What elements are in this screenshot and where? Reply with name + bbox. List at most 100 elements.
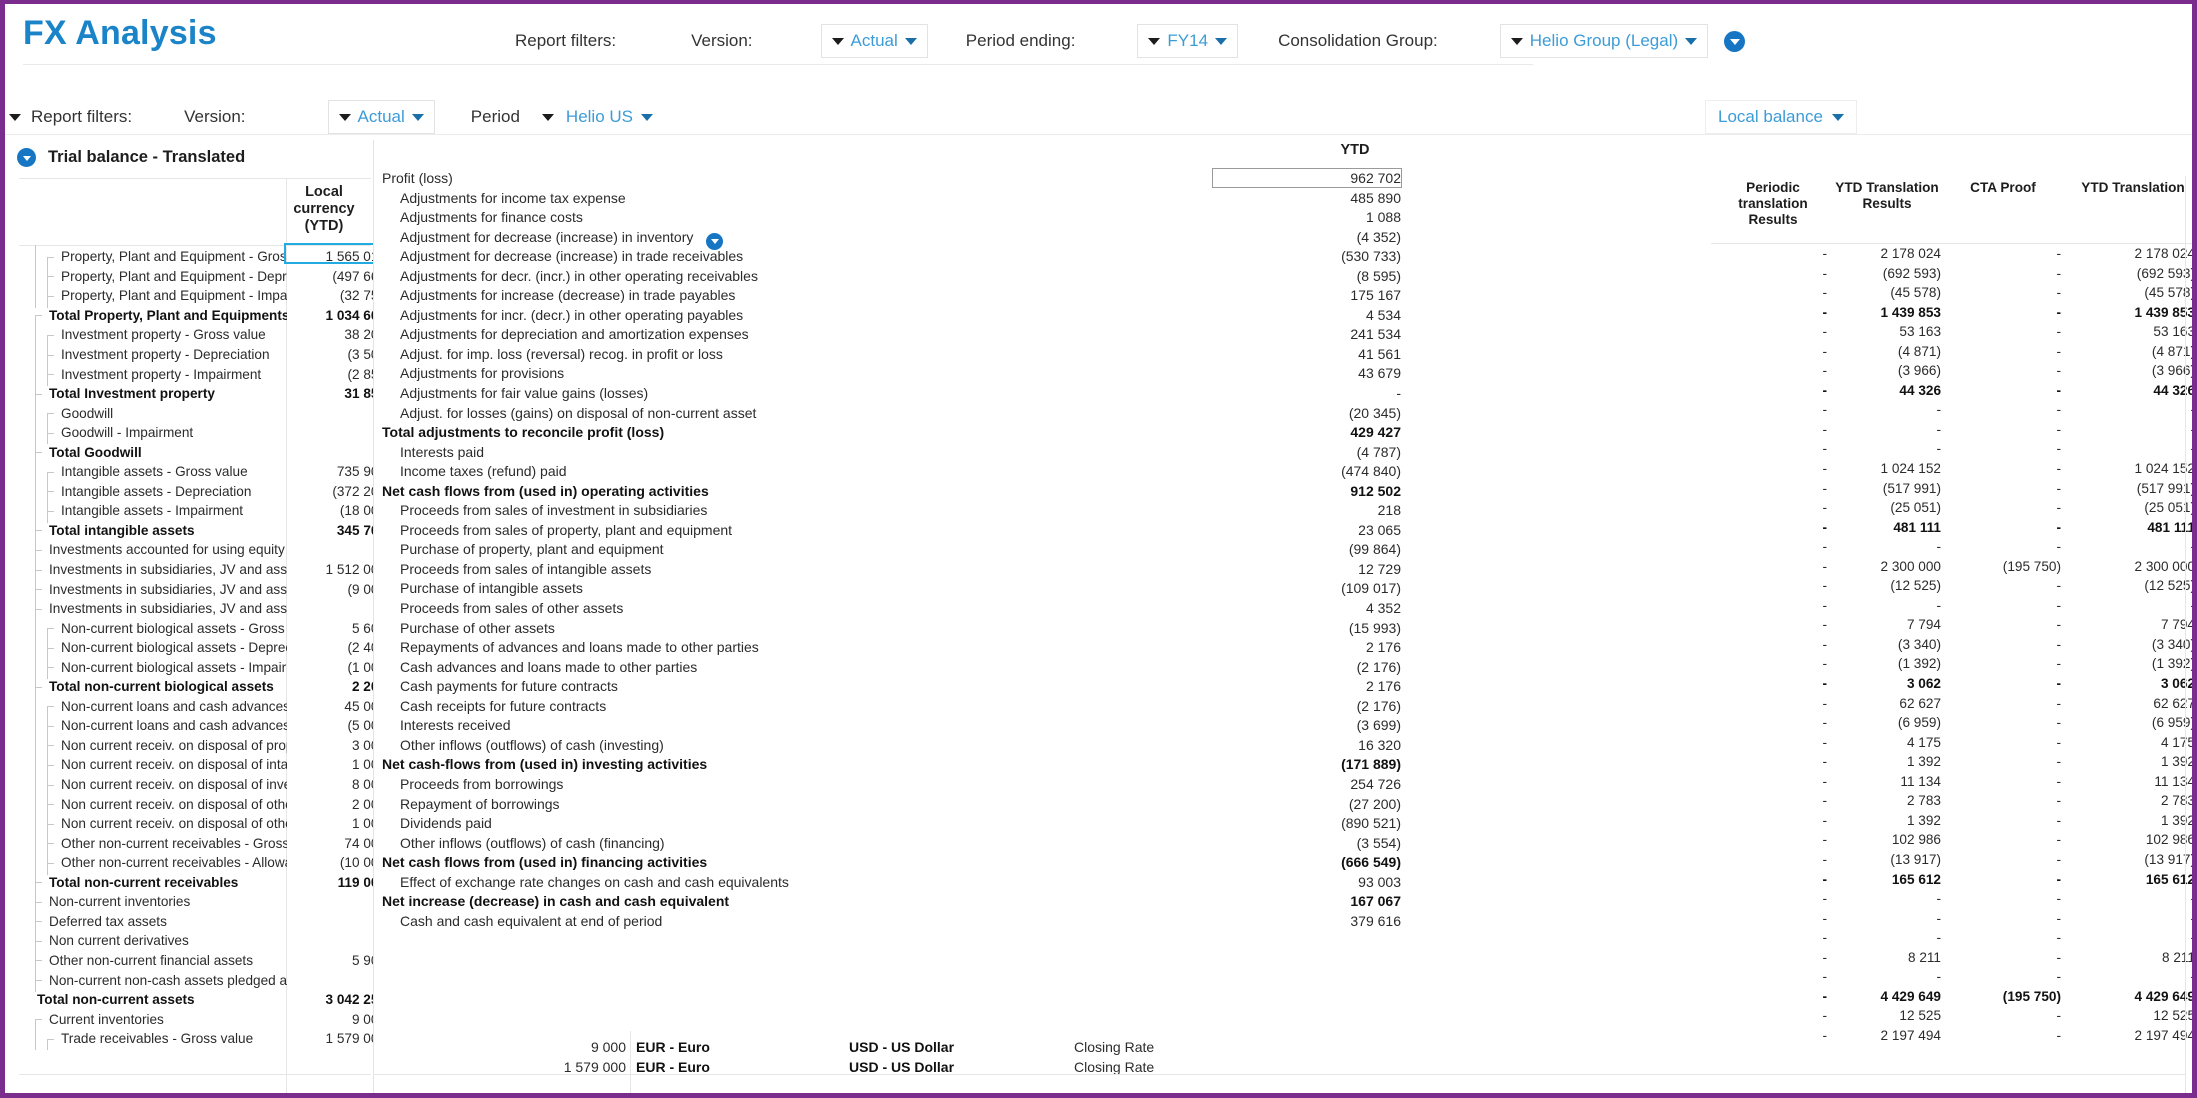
translation-row[interactable]: ----: [1711, 598, 2192, 618]
trial-balance-row[interactable]: Current inventories 9 000: [19, 1009, 373, 1031]
trial-balance-row[interactable]: Other non-current financial assets 5 900: [19, 948, 373, 973]
translation-row[interactable]: -8 211-8 211: [1711, 950, 2192, 970]
translation-cell[interactable]: -: [1711, 735, 1827, 750]
translation-cell[interactable]: 1 439 853: [1833, 305, 1941, 320]
trial-balance-row[interactable]: Investment property - Impairment (2 850: [19, 362, 373, 386]
translation-cell[interactable]: -: [1833, 930, 1941, 945]
translation-cell[interactable]: -: [1951, 735, 2061, 750]
trial-balance-row[interactable]: Total Goodwill: [19, 440, 371, 465]
trial-balance-row-value[interactable]: 74 000: [286, 836, 373, 851]
translation-row[interactable]: -481 111-481 111: [1711, 520, 2192, 540]
trial-balance-row-value[interactable]: (372 200: [286, 484, 373, 499]
trial-balance-row[interactable]: Non-current biological assets - Impairme…: [19, 655, 373, 680]
trial-balance-row[interactable]: Non current receiv. on disposal of inves…: [19, 772, 373, 797]
translation-cell[interactable]: (13 917): [2071, 852, 2192, 867]
translation-cell[interactable]: (45 578): [2071, 285, 2192, 300]
translation-cell[interactable]: -: [1951, 422, 2061, 437]
chevron-down-icon[interactable]: [1831, 113, 1844, 121]
translation-cell[interactable]: 2 783: [1833, 793, 1941, 808]
trial-balance-row-value[interactable]: (3 500: [286, 347, 373, 362]
trial-balance-row-value[interactable]: 3 000: [286, 738, 373, 753]
translation-cell[interactable]: -: [1711, 520, 1827, 535]
translation-cell[interactable]: -: [1951, 832, 2061, 847]
translation-cell[interactable]: -: [1711, 285, 1827, 300]
trial-balance-row-value[interactable]: 8 000: [286, 777, 373, 792]
cash-flow-row[interactable]: Adjustments for depreciation and amortiz…: [374, 326, 1711, 346]
translation-row[interactable]: -1 392-1 392: [1711, 813, 2192, 833]
translation-row[interactable]: -3 062-3 062: [1711, 676, 2192, 696]
translation-cell[interactable]: (12 525): [2071, 578, 2192, 593]
translation-cell[interactable]: (692 593): [2071, 266, 2192, 281]
translation-cell[interactable]: 7 794: [2071, 617, 2192, 632]
translation-cell[interactable]: -: [2071, 402, 2192, 417]
translation-cell[interactable]: -: [1711, 559, 1827, 574]
trial-balance-row[interactable]: Non current receiv. on disposal of other…: [19, 792, 373, 816]
cash-flow-row[interactable]: Proceeds from sales of other assets 4 352: [374, 600, 1711, 620]
translation-row[interactable]: -11 134-11 134: [1711, 774, 2192, 794]
trial-balance-row[interactable]: Non-current biological assets - Deprecia…: [19, 635, 373, 660]
trial-balance-row-value[interactable]: 45 000: [286, 699, 373, 714]
cash-flow-row[interactable]: Repayment of borrowings (27 200): [374, 796, 1711, 816]
translation-cell[interactable]: 8 211: [2071, 950, 2192, 965]
trial-balance-row[interactable]: Investments in subsidiaries, JV and asso…: [19, 557, 373, 582]
cash-flow-row-value[interactable]: 23 065: [1214, 522, 1401, 538]
cash-flow-row[interactable]: Purchase of other assets (15 993): [374, 620, 1711, 640]
translation-row[interactable]: - (25 051) - (25 051): [1711, 500, 2192, 520]
translation-cell[interactable]: 2 300 000: [1833, 559, 1941, 574]
cash-flow-row-value[interactable]: 254 726: [1214, 776, 1401, 792]
translation-cell[interactable]: -: [1711, 1028, 1827, 1043]
translation-cell[interactable]: -: [1951, 285, 2061, 300]
translation-cell[interactable]: (517 991): [2071, 481, 2192, 496]
translation-cell[interactable]: -: [1711, 481, 1827, 496]
translation-cell[interactable]: -: [1711, 891, 1827, 906]
trial-balance-row[interactable]: Non-current loans and cash advances - Al…: [19, 714, 373, 738]
sub-version-dropdown[interactable]: Actual: [327, 100, 435, 134]
cash-flow-row[interactable]: Cash payments for future contracts 2 176: [374, 678, 1711, 698]
translation-cell[interactable]: -: [1711, 872, 1827, 887]
trial-balance-row-value[interactable]: 345 700: [286, 523, 373, 538]
cash-flow-row[interactable]: Net increase (decrease) in cash and cash…: [374, 893, 1711, 913]
trial-balance-row-value[interactable]: 1 579 000: [286, 1031, 373, 1046]
cash-flow-row-value[interactable]: (20 345): [1214, 405, 1401, 421]
cash-flow-row[interactable]: Adjust. for losses (gains) on disposal o…: [374, 405, 1711, 425]
cash-flow-row-value[interactable]: (4 787): [1214, 444, 1401, 460]
cash-flow-row-value[interactable]: 16 320: [1214, 737, 1401, 753]
translation-cell[interactable]: -: [1711, 813, 1827, 828]
translation-cell[interactable]: -: [1711, 832, 1827, 847]
translation-cell[interactable]: -: [1951, 930, 2061, 945]
translation-cell[interactable]: (3 966): [1833, 363, 1941, 378]
translation-cell[interactable]: 2 178 024: [2071, 246, 2192, 261]
cash-flow-row[interactable]: Proceeds from sales of property, plant a…: [374, 522, 1711, 542]
trial-balance-row[interactable]: Non-current inventories: [19, 890, 371, 914]
trial-balance-row-value[interactable]: (10 000: [286, 855, 373, 870]
trial-balance-row[interactable]: Total non-current receivables 119 000: [19, 870, 373, 895]
translation-cell[interactable]: -: [1711, 617, 1827, 632]
translation-cell[interactable]: 102 986: [2071, 832, 2192, 847]
translation-cell[interactable]: -: [1951, 911, 2061, 926]
trial-balance-row-value[interactable]: (9 000: [286, 582, 373, 597]
translation-row[interactable]: - (45 578) - (45 578): [1711, 285, 2192, 305]
translation-row[interactable]: - (6 959) - (6 959): [1711, 715, 2192, 735]
chevron-down-icon[interactable]: [338, 113, 351, 121]
trial-balance-row[interactable]: Goodwill: [19, 401, 371, 425]
trial-balance-row-value[interactable]: (497 660: [286, 269, 373, 284]
cash-flow-row-value[interactable]: 41 561: [1214, 346, 1401, 362]
trial-balance-row[interactable]: Investment property - Depreciation (3 500: [19, 342, 373, 367]
translation-cell[interactable]: -: [1833, 422, 1941, 437]
trial-balance-row[interactable]: Non current receiv. on disposal of prope…: [19, 733, 373, 758]
chevron-down-icon[interactable]: [904, 37, 917, 45]
chevron-down-icon[interactable]: [1685, 37, 1698, 45]
translation-cell[interactable]: (195 750): [1951, 989, 2061, 1004]
translation-cell[interactable]: -: [1711, 422, 1827, 437]
translation-cell[interactable]: -: [1951, 598, 2061, 613]
cash-flow-row[interactable]: Adjustments for decr. (incr.) in other o…: [374, 268, 1711, 288]
cash-flow-row[interactable]: Net cash flows from (used in) operating …: [374, 483, 1711, 503]
cash-flow-row-value[interactable]: (3 554): [1214, 835, 1401, 851]
translation-cell[interactable]: -: [1951, 539, 2061, 554]
cash-flow-row-value[interactable]: 167 067: [1214, 893, 1401, 909]
translation-cell[interactable]: 2 197 494: [1833, 1028, 1941, 1043]
cash-flow-row-value[interactable]: 12 729: [1214, 561, 1401, 577]
cash-flow-row-value[interactable]: 2 176: [1214, 678, 1401, 694]
trial-balance-row-value[interactable]: (5 000: [286, 718, 373, 733]
translation-cell[interactable]: -: [1711, 598, 1827, 613]
